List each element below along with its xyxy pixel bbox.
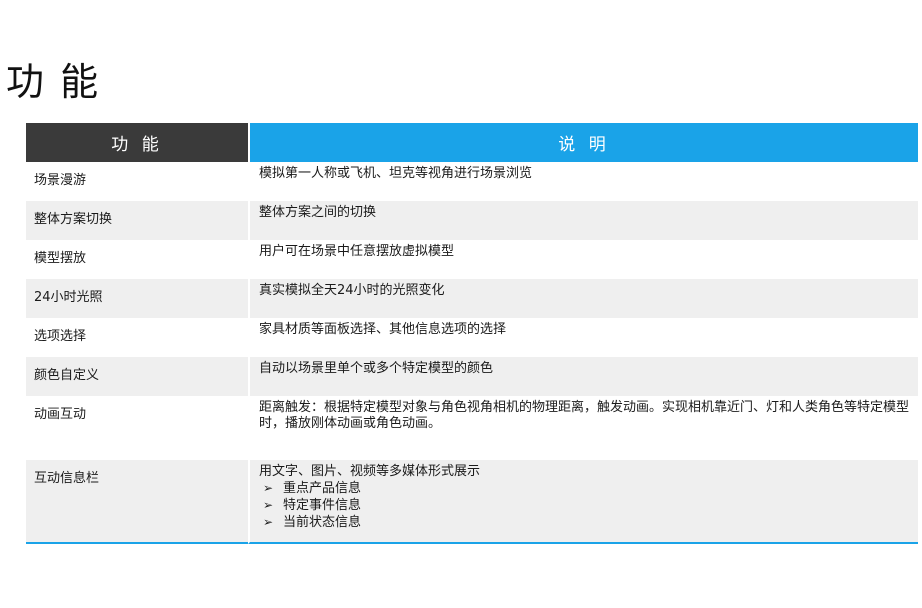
function-description: 自动以场景里单个或多个特定模型的颜色 <box>248 357 918 396</box>
table-row: 场景漫游 模拟第一人称或飞机、坦克等视角进行场景浏览 <box>26 162 918 201</box>
function-description: 用户可在场景中任意摆放虚拟模型 <box>248 240 918 279</box>
function-description: 整体方案之间的切换 <box>248 201 918 240</box>
function-description: 距离触发：根据特定模型对象与角色视角相机的物理距离，触发动画。实现相机靠近门、灯… <box>248 396 918 460</box>
list-item: ➢ 当前状态信息 <box>259 514 910 531</box>
function-name: 选项选择 <box>26 318 248 357</box>
function-name: 动画互动 <box>26 396 248 460</box>
function-description: 家具材质等面板选择、其他信息选项的选择 <box>248 318 918 357</box>
function-table: 功 能 说 明 场景漫游 模拟第一人称或飞机、坦克等视角进行场景浏览 整体方案切… <box>26 123 918 544</box>
list-item: ➢ 重点产品信息 <box>259 480 910 497</box>
table-row: 模型摆放 用户可在场景中任意摆放虚拟模型 <box>26 240 918 279</box>
table-row: 互动信息栏 用文字、图片、视频等多媒体形式展示 ➢ 重点产品信息 ➢ 特定事件信息 … <box>26 460 918 544</box>
arrow-bullet-icon: ➢ <box>263 515 274 529</box>
function-name: 互动信息栏 <box>26 460 248 544</box>
info-bullet-list: ➢ 重点产品信息 ➢ 特定事件信息 ➢ 当前状态信息 <box>259 480 910 531</box>
list-item: ➢ 特定事件信息 <box>259 497 910 514</box>
function-description: 用文字、图片、视频等多媒体形式展示 <box>259 464 481 479</box>
list-item-label: 当前状态信息 <box>283 515 362 530</box>
table-row: 动画互动 距离触发：根据特定模型对象与角色视角相机的物理距离，触发动画。实现相机… <box>26 396 918 460</box>
table-row: 选项选择 家具材质等面板选择、其他信息选项的选择 <box>26 318 918 357</box>
header-description: 说 明 <box>248 123 918 162</box>
function-name: 场景漫游 <box>26 162 248 201</box>
list-item-label: 特定事件信息 <box>283 498 362 513</box>
arrow-bullet-icon: ➢ <box>263 498 274 512</box>
arrow-bullet-icon: ➢ <box>263 481 274 495</box>
function-description: 真实模拟全天24小时的光照变化 <box>248 279 918 318</box>
table-row: 颜色自定义 自动以场景里单个或多个特定模型的颜色 <box>26 357 918 396</box>
function-name: 24小时光照 <box>26 279 248 318</box>
list-item-label: 重点产品信息 <box>283 481 362 496</box>
function-description-cell: 用文字、图片、视频等多媒体形式展示 ➢ 重点产品信息 ➢ 特定事件信息 ➢ 当前状态信… <box>248 460 918 544</box>
header-function: 功 能 <box>26 123 248 162</box>
table-row: 整体方案切换 整体方案之间的切换 <box>26 201 918 240</box>
function-name: 整体方案切换 <box>26 201 248 240</box>
function-name: 颜色自定义 <box>26 357 248 396</box>
table-header-row: 功 能 说 明 <box>26 123 918 162</box>
page-title: 功 能 <box>6 60 101 104</box>
table-row: 24小时光照 真实模拟全天24小时的光照变化 <box>26 279 918 318</box>
function-description: 模拟第一人称或飞机、坦克等视角进行场景浏览 <box>248 162 918 201</box>
function-name: 模型摆放 <box>26 240 248 279</box>
